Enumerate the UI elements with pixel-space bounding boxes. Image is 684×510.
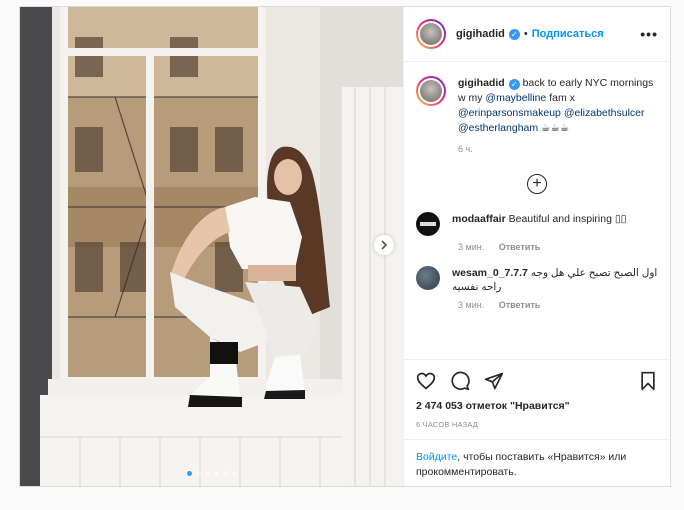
- more-options-icon[interactable]: •••: [640, 26, 658, 42]
- comment-meta: 3 мин. Ответить: [458, 242, 658, 252]
- author-avatar[interactable]: [416, 19, 446, 49]
- post-time[interactable]: 6 часов назад: [416, 420, 658, 429]
- bookmark-icon[interactable]: [638, 371, 658, 391]
- load-more-comments-button[interactable]: +: [527, 174, 547, 194]
- likes-count[interactable]: 2 474 053 отметок "Нравится": [416, 400, 658, 412]
- mention-link[interactable]: @elizabethsulcer: [564, 107, 645, 119]
- chevron-right-icon: [381, 240, 388, 250]
- author-username[interactable]: gigihadid: [456, 28, 505, 40]
- mention-link[interactable]: @erinparsonsmakeup: [458, 107, 561, 119]
- post-header: gigihadid ✓ • Подписаться •••: [404, 7, 670, 62]
- carousel-dot: [231, 471, 237, 476]
- comment-item: wesam_0_7.7.7 اول الصبح تصبح علي هل وجه …: [416, 266, 658, 294]
- next-photo-button[interactable]: [374, 235, 394, 255]
- share-icon[interactable]: [484, 371, 504, 391]
- comment-text: Beautiful and inspiring ▯▯: [508, 213, 627, 225]
- caption-body-2: fam x: [546, 92, 575, 104]
- comment-time: 3 мин.: [458, 300, 485, 310]
- commenter-username[interactable]: wesam_0_7.7.7: [452, 267, 528, 279]
- post-photo[interactable]: [20, 7, 403, 486]
- action-icons: [416, 370, 658, 392]
- caption: gigihadid ✓ back to early NYC mornings w …: [416, 76, 658, 136]
- carousel-dots: [20, 471, 403, 476]
- post-panel: gigihadid ✓ • Подписаться ••• gigihadid ✓…: [403, 7, 670, 486]
- comment-item: modaaffair Beautiful and inspiring ▯▯: [416, 212, 658, 236]
- comment-body: modaaffair Beautiful and inspiring ▯▯: [452, 212, 626, 236]
- caption-text: gigihadid ✓ back to early NYC mornings w …: [458, 76, 658, 136]
- heart-icon[interactable]: [416, 371, 436, 391]
- login-prompt: Войдите, чтобы поставить «Нравится» или …: [404, 439, 670, 480]
- carousel-dot: [186, 471, 192, 476]
- instagram-post: gigihadid ✓ • Подписаться ••• gigihadid ✓…: [19, 6, 671, 487]
- comment-meta: 3 мин. Ответить: [458, 300, 658, 310]
- mention-link[interactable]: @estherlangham: [458, 122, 538, 134]
- comment-time: 3 мин.: [458, 242, 485, 252]
- caption-emoji: ☕☕☕: [541, 122, 570, 134]
- follow-button[interactable]: Подписаться: [532, 28, 604, 40]
- carousel-dot: [195, 471, 201, 476]
- header-separator: •: [523, 28, 528, 40]
- carousel-dot: [213, 471, 219, 476]
- commenter-avatar[interactable]: [416, 212, 440, 236]
- photo-scene: [20, 7, 403, 486]
- commenter-avatar[interactable]: [416, 266, 440, 290]
- caption-username[interactable]: gigihadid: [458, 77, 505, 89]
- post-actions: 2 474 053 отметок "Нравится" 6 часов наз…: [404, 359, 670, 486]
- reply-button[interactable]: Ответить: [499, 242, 541, 252]
- caption-time: 6 ч.: [458, 144, 473, 154]
- verified-icon: ✓: [508, 28, 520, 40]
- reply-button[interactable]: Ответить: [499, 300, 541, 310]
- comment-body: wesam_0_7.7.7 اول الصبح تصبح علي هل وجه …: [452, 266, 658, 294]
- mention-link[interactable]: @maybelline: [485, 92, 546, 104]
- carousel-dot: [222, 471, 228, 476]
- login-link[interactable]: Войдите: [416, 451, 457, 463]
- comments-section: gigihadid ✓ back to early NYC mornings w …: [404, 62, 670, 359]
- carousel-dot: [204, 471, 210, 476]
- verified-icon: ✓: [508, 79, 520, 90]
- comment-icon[interactable]: [450, 371, 470, 391]
- caption-avatar[interactable]: [416, 76, 446, 106]
- commenter-username[interactable]: modaaffair: [452, 213, 506, 225]
